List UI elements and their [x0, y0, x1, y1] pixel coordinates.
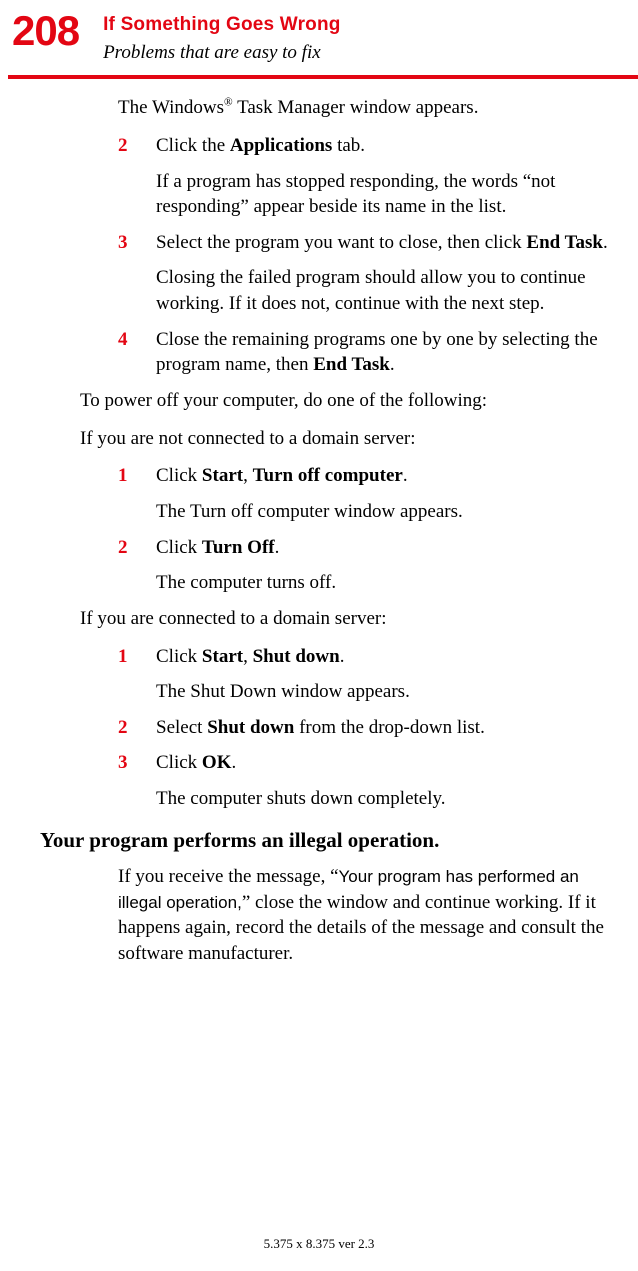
text: Click the — [156, 135, 230, 156]
step-item: 2 Click the Applications tab. If a progr… — [118, 133, 614, 220]
text: Click — [156, 646, 202, 667]
step-note: The Shut Down window appears. — [156, 679, 614, 705]
paragraph: To power off your computer, do one of th… — [80, 388, 614, 414]
subheading: Your program performs an illegal operati… — [40, 826, 614, 854]
bold-text: Start — [202, 646, 243, 667]
bold-text: End Task — [313, 354, 390, 375]
text: Task Manager window appears. — [233, 97, 479, 118]
step-number: 1 — [118, 463, 156, 524]
text: Select the program you want to close, th… — [156, 232, 526, 253]
step-text: Click Turn Off. — [156, 535, 614, 561]
step-text: Click OK. — [156, 750, 614, 776]
step-body: Select the program you want to close, th… — [156, 230, 614, 317]
text: . — [390, 354, 395, 375]
step-number: 2 — [118, 133, 156, 220]
paragraph: If you are connected to a domain server: — [80, 606, 614, 632]
step-body: Close the remaining programs one by one … — [156, 327, 614, 378]
chapter-title: If Something Goes Wrong — [103, 12, 341, 38]
text: The Windows — [118, 97, 224, 118]
text: from the drop-down list. — [294, 717, 485, 738]
final-paragraph: If you receive the message, “Your progra… — [118, 864, 614, 967]
step-note: The computer shuts down completely. — [156, 786, 614, 812]
text: . — [403, 465, 408, 486]
step-number: 3 — [118, 750, 156, 811]
page-footer: 5.375 x 8.375 ver 2.3 — [0, 1235, 638, 1253]
step-body: Select Shut down from the drop-down list… — [156, 715, 614, 741]
text: Click — [156, 752, 202, 773]
step-number: 4 — [118, 327, 156, 378]
bold-text: Start — [202, 465, 243, 486]
title-block: If Something Goes Wrong Problems that ar… — [103, 10, 341, 65]
step-item: 4 Close the remaining programs one by on… — [118, 327, 614, 378]
step-body: Click the Applications tab. If a program… — [156, 133, 614, 220]
bold-text: Shut down — [253, 646, 340, 667]
text: Select — [156, 717, 207, 738]
text: . — [275, 537, 280, 558]
body-content: The Windows® Task Manager window appears… — [0, 95, 638, 966]
section-title: Problems that are easy to fix — [103, 40, 341, 66]
bold-text: Shut down — [207, 717, 294, 738]
step-note: If a program has stopped responding, the… — [156, 169, 614, 220]
text: . — [603, 232, 608, 253]
step-number: 3 — [118, 230, 156, 317]
bold-text: Turn Off — [202, 537, 275, 558]
step-item: 3 Click OK. The computer shuts down comp… — [118, 750, 614, 811]
text: If you receive the message, “ — [118, 866, 339, 887]
page-header: 208 If Something Goes Wrong Problems tha… — [0, 0, 638, 65]
step-item: 2 Select Shut down from the drop-down li… — [118, 715, 614, 741]
step-body: Click Start, Turn off computer. The Turn… — [156, 463, 614, 524]
text: , — [243, 646, 253, 667]
paragraph: If you are not connected to a domain ser… — [80, 426, 614, 452]
step-number: 2 — [118, 715, 156, 741]
step-text: Close the remaining programs one by one … — [156, 327, 614, 378]
intro-line: The Windows® Task Manager window appears… — [118, 95, 614, 121]
step-note: The computer turns off. — [156, 570, 614, 596]
step-number: 1 — [118, 644, 156, 705]
header-rule — [8, 75, 638, 79]
step-item: 1 Click Start, Shut down. The Shut Down … — [118, 644, 614, 705]
page-number: 208 — [12, 10, 79, 52]
step-note: The Turn off computer window appears. — [156, 499, 614, 525]
step-text: Click the Applications tab. — [156, 133, 614, 159]
bold-text: Turn off computer — [253, 465, 403, 486]
bold-text: Applications — [230, 135, 332, 156]
step-text: Select the program you want to close, th… — [156, 230, 614, 256]
step-body: Click Start, Shut down. The Shut Down wi… — [156, 644, 614, 705]
text: . — [231, 752, 236, 773]
text: . — [340, 646, 345, 667]
step-item: 3 Select the program you want to close, … — [118, 230, 614, 317]
step-note: Closing the failed program should allow … — [156, 265, 614, 316]
text: Click — [156, 537, 202, 558]
step-body: Click Turn Off. The computer turns off. — [156, 535, 614, 596]
text: Click — [156, 465, 202, 486]
bold-text: End Task — [526, 232, 603, 253]
step-text: Click Start, Shut down. — [156, 644, 614, 670]
text: tab. — [332, 135, 365, 156]
step-item: 2 Click Turn Off. The computer turns off… — [118, 535, 614, 596]
step-body: Click OK. The computer shuts down comple… — [156, 750, 614, 811]
step-number: 2 — [118, 535, 156, 596]
step-text: Click Start, Turn off computer. — [156, 463, 614, 489]
registered-mark: ® — [224, 97, 233, 109]
step-item: 1 Click Start, Turn off computer. The Tu… — [118, 463, 614, 524]
bold-text: OK — [202, 752, 232, 773]
step-text: Select Shut down from the drop-down list… — [156, 715, 614, 741]
text: , — [243, 465, 253, 486]
